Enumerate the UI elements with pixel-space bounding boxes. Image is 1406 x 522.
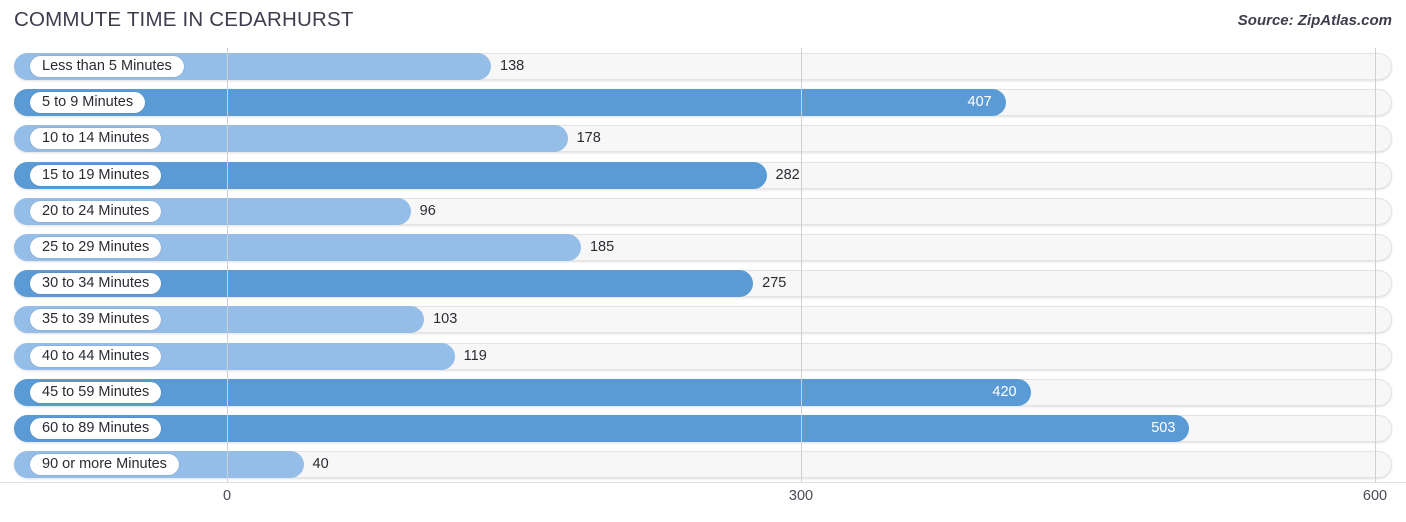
bar-fill[interactable] [14,378,1031,406]
bar-fill[interactable] [14,89,1006,117]
bar-value-label: 103 [433,311,458,328]
bar-value-label: 178 [576,130,601,147]
plot-area: Less than 5 Minutes 138 5 to 9 Minutes 407 1… [0,48,1406,482]
category-label: Less than 5 Minutes [30,56,184,77]
category-label: 10 to 14 Minutes [30,128,162,150]
bar-row[interactable]: 60 to 89 Minutes 503 [14,415,1392,442]
bar-value-label: 138 [500,58,525,74]
category-label: 30 to 34 Minutes [30,273,162,295]
category-label: 60 to 89 Minutes [30,418,162,439]
category-label: 25 to 29 Minutes [30,237,162,258]
bar-value-label: 282 [775,166,800,183]
category-label: 45 to 59 Minutes [30,381,162,403]
category-label: 90 or more Minutes [30,454,179,476]
bar-row[interactable]: 10 to 14 Minutes 178 [14,125,1392,153]
x-axis: 0 300 600 [0,482,1406,522]
x-tick-label: 600 [1362,488,1388,504]
bar-row[interactable]: 45 to 59 Minutes 420 [14,378,1392,406]
bar-value-label: 119 [463,347,487,364]
bar-row[interactable]: 15 to 19 Minutes 282 [14,161,1392,189]
x-tick-label: 300 [788,488,814,504]
bar-value-label: 407 [967,94,992,111]
bar-value-label: 503 [1151,420,1176,436]
bar-value-label: 275 [762,275,787,292]
category-label: 15 to 19 Minutes [30,164,162,186]
bar-row[interactable]: 25 to 29 Minutes 185 [14,234,1392,261]
bar-row[interactable]: 35 to 39 Minutes 103 [14,306,1392,334]
bar-row[interactable]: 90 or more Minutes 40 [14,451,1392,479]
bar-row[interactable]: 30 to 34 Minutes 275 [14,270,1392,298]
chart-header: COMMUTE TIME IN CEDARHURST Source: ZipAt… [0,0,1406,42]
bar-row[interactable]: 40 to 44 Minutes 119 [14,342,1392,370]
page-title: COMMUTE TIME IN CEDARHURST [14,8,354,31]
axis-line [0,482,1406,483]
category-label: 35 to 39 Minutes [30,309,162,331]
bar-value-label: 40 [312,456,329,473]
category-label: 40 to 44 Minutes [30,345,162,367]
chart-root: COMMUTE TIME IN CEDARHURST Source: ZipAt… [0,0,1406,522]
bar-fill[interactable] [14,415,1190,442]
bar-row[interactable]: Less than 5 Minutes 138 [14,53,1392,80]
bar-value-label: 96 [419,202,436,219]
source-attribution: Source: ZipAtlas.com [1237,12,1392,29]
x-tick-label: 0 [222,488,232,504]
bar-value-label: 185 [589,239,615,255]
bar-rows: Less than 5 Minutes 138 5 to 9 Minutes 407 1… [0,48,1406,482]
bar-row[interactable]: 5 to 9 Minutes 407 [14,89,1392,117]
bar-row[interactable]: 20 to 24 Minutes 96 [14,197,1392,225]
category-label: 5 to 9 Minutes [30,92,146,114]
category-label: 20 to 24 Minutes [30,200,162,222]
bar-value-label: 420 [992,383,1017,400]
